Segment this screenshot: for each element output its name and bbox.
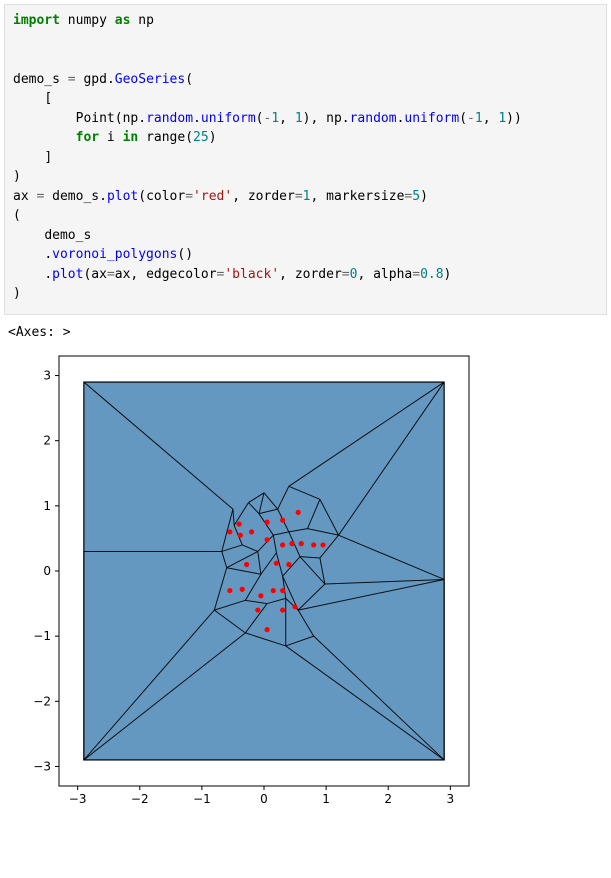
code-cell: import numpy as np demo_s = gpd.GeoSerie… — [4, 4, 607, 315]
svg-text:1: 1 — [322, 792, 330, 806]
output-repr: <Axes: > — [4, 315, 607, 346]
svg-text:3: 3 — [43, 368, 51, 382]
kw-as: as — [115, 13, 131, 28]
svg-text:−1: −1 — [33, 629, 51, 643]
mod-numpy: numpy — [68, 13, 107, 28]
kw-import: import — [13, 13, 60, 28]
svg-text:1: 1 — [43, 498, 51, 512]
svg-text:−3: −3 — [69, 792, 87, 806]
mod-gpd: gpd — [83, 72, 106, 87]
var-demo-s: demo_s — [13, 72, 60, 87]
svg-text:0: 0 — [43, 564, 51, 578]
voronoi-plot: −3 −2 −1 0 1 2 3 −3 −2 −1 0 1 2 3 — [4, 346, 484, 806]
svg-text:0: 0 — [260, 792, 268, 806]
op-eq: = — [60, 72, 83, 87]
svg-text:−2: −2 — [131, 792, 149, 806]
alias-np: np — [138, 13, 154, 28]
cls-geoseries: GeoSeries — [115, 72, 185, 87]
kw-in: in — [123, 130, 139, 145]
svg-text:−2: −2 — [33, 694, 51, 708]
svg-text:−1: −1 — [193, 792, 211, 806]
kw-for: for — [76, 130, 99, 145]
plot-output: −3 −2 −1 0 1 2 3 −3 −2 −1 0 1 2 3 — [4, 346, 607, 806]
svg-text:−3: −3 — [33, 759, 51, 773]
svg-text:2: 2 — [384, 792, 392, 806]
svg-text:2: 2 — [43, 433, 51, 447]
cls-point: Point — [76, 111, 115, 126]
svg-text:3: 3 — [447, 792, 455, 806]
var-ax: ax — [13, 189, 29, 204]
